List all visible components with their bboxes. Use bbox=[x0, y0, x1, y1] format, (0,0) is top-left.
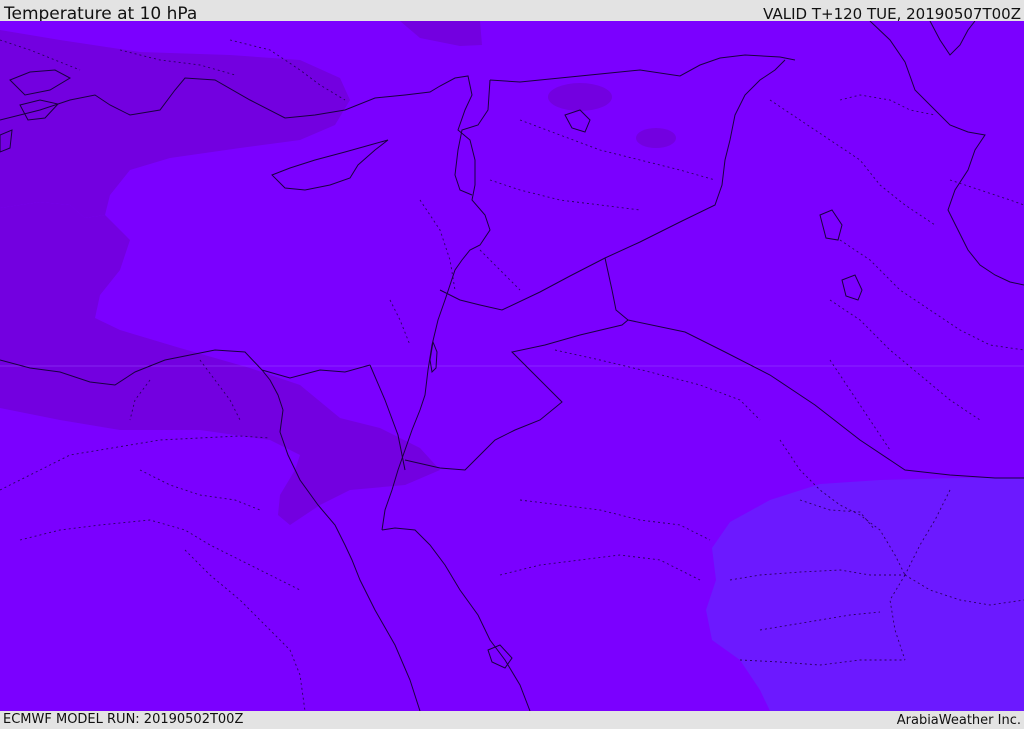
credit-label: ArabiaWeather Inc. bbox=[896, 713, 1021, 728]
contour-patch-east bbox=[548, 83, 612, 111]
contour-patch-iraq bbox=[636, 128, 676, 148]
footer-bar: ECMWF MODEL RUN: 20190502T00Z ArabiaWeat… bbox=[0, 711, 1024, 729]
warmer-region-southeast bbox=[706, 478, 1024, 711]
model-run-label: ECMWF MODEL RUN: 20190502T00Z bbox=[3, 712, 244, 727]
header-bar: Temperature at 10 hPa VALID T+120 TUE, 2… bbox=[0, 0, 1024, 24]
temperature-map bbox=[0, 21, 1024, 711]
